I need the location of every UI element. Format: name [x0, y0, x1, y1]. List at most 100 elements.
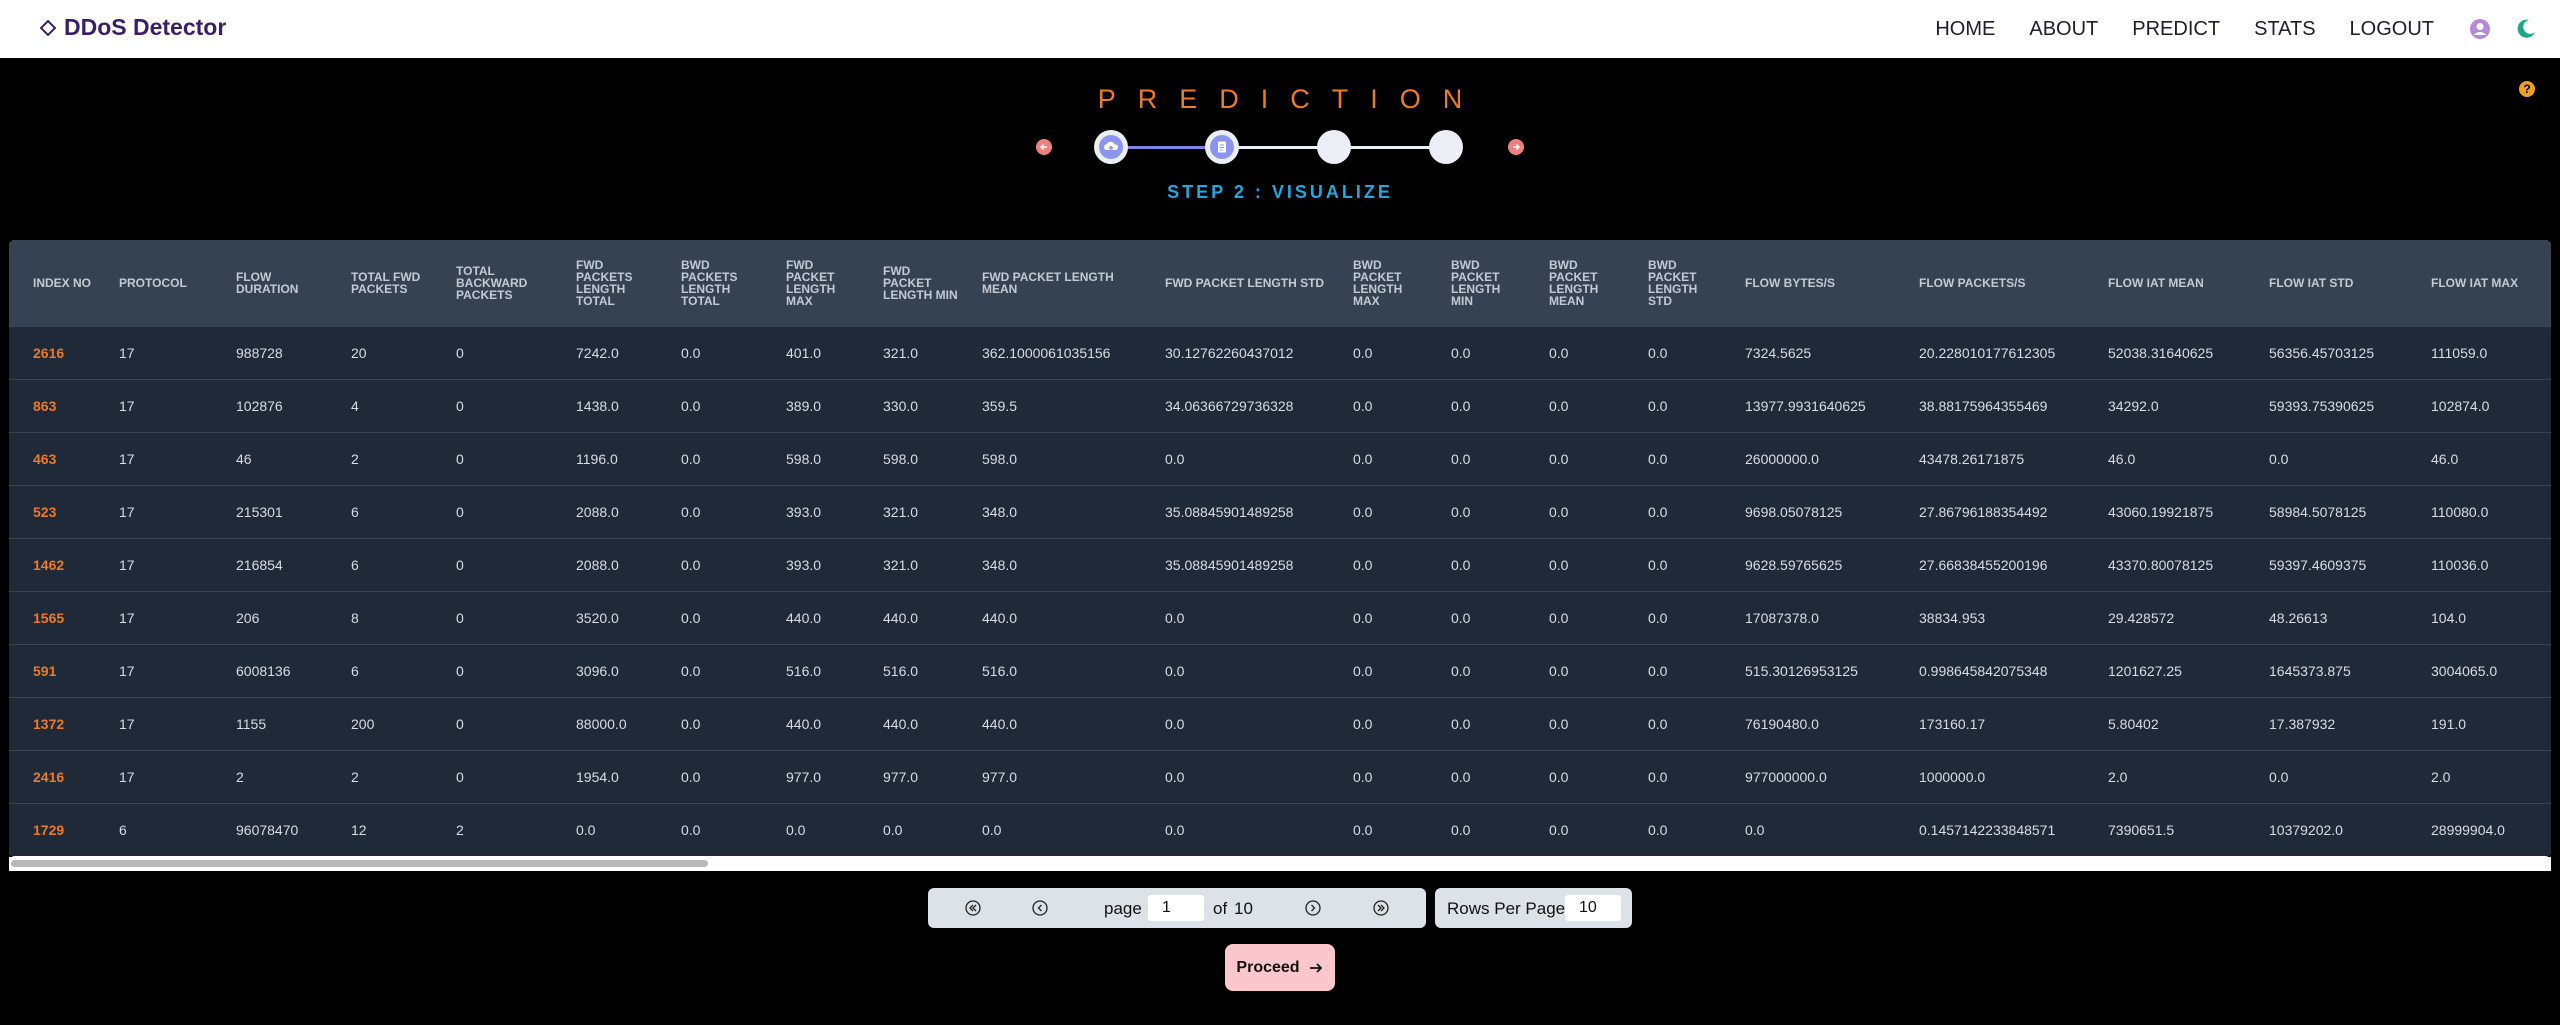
page-label: page: [1104, 899, 1142, 918]
table-cell: 516.0: [786, 662, 822, 679]
table-cell: 34.06366729736328: [1165, 397, 1294, 414]
table-cell: 0.0: [1549, 768, 1569, 785]
index-cell[interactable]: 1565: [9, 591, 95, 644]
table-row[interactable]: 2616 17 988728 20 0 7242.0 0.0 401.0 321.0 362.10…: [9, 326, 2551, 379]
table-row[interactable]: 1372 17 1155 200 0 88000.0 0.0 440.0 440.0 440.0 0…: [9, 697, 2551, 750]
table-cell: 0: [456, 768, 464, 785]
column-header[interactable]: BWD PACKET LENGTH MAX: [1329, 240, 1427, 326]
first-page-button[interactable]: [965, 900, 981, 916]
table-row[interactable]: 2416 17 2 2 0 1954.0 0.0 977.0 977.0 977.0 0.0 0.0 0…: [9, 750, 2551, 803]
column-header[interactable]: FLOW DURATION: [212, 240, 327, 326]
prev-page-button[interactable]: [1032, 900, 1048, 916]
last-page-button[interactable]: [1373, 900, 1389, 916]
brand[interactable]: DDoS Detector: [40, 14, 226, 41]
column-header[interactable]: PROTOCOL: [95, 240, 212, 326]
table-row[interactable]: 1462 17 216854 6 0 2088.0 0.0 393.0 321.0 348.0 35…: [9, 538, 2551, 591]
column-header[interactable]: FLOW IAT MAX: [2407, 240, 2551, 326]
table-cell: 13977.9931640625: [1745, 397, 1866, 414]
table-cell: 43060.19921875: [2108, 503, 2214, 520]
next-page-icon: [1305, 900, 1321, 916]
next-step-button[interactable]: [1508, 139, 1524, 155]
horizontal-scrollbar[interactable]: [9, 857, 2551, 871]
index-cell[interactable]: 2616: [9, 326, 95, 379]
table-row[interactable]: 863 17 102876 4 0 1438.0 0.0 389.0 330.0 359.5 34.…: [9, 379, 2551, 432]
table-cell: 9628.59765625: [1745, 556, 1843, 573]
table-cell: 0.0: [1648, 715, 1668, 732]
nav-stats[interactable]: STATS: [2254, 18, 2315, 41]
step-label: STEP 2 : VISUALIZE: [1167, 182, 1393, 202]
column-header[interactable]: FLOW IAT MEAN: [2084, 240, 2245, 326]
moon-icon[interactable]: [2514, 17, 2538, 41]
table-cell: 102876: [236, 397, 283, 414]
column-header[interactable]: FLOW BYTES/S: [1721, 240, 1895, 326]
nav-about[interactable]: ABOUT: [2029, 18, 2098, 41]
table-cell: 0.0: [681, 821, 701, 838]
column-header[interactable]: FWD PACKETS LENGTH TOTAL: [552, 240, 657, 326]
index-cell[interactable]: 523: [9, 485, 95, 538]
table-cell: 977.0: [883, 768, 919, 785]
navbar: DDoS Detector HOME ABOUT PREDICT STATS L…: [0, 0, 2560, 58]
page-number-input[interactable]: [1148, 895, 1204, 921]
column-header[interactable]: BWD PACKETS LENGTH TOTAL: [657, 240, 762, 326]
table-cell: 206: [236, 609, 260, 626]
index-cell[interactable]: 863: [9, 379, 95, 432]
table-cell: 7390651.5: [2108, 821, 2175, 838]
table-cell: 0.0: [681, 662, 701, 679]
column-header[interactable]: FWD PACKET LENGTH MEAN: [958, 240, 1141, 326]
column-header[interactable]: FWD PACKET LENGTH MAX: [762, 240, 859, 326]
table-cell: 0.0: [1353, 450, 1373, 467]
column-header[interactable]: BWD PACKET LENGTH MEAN: [1525, 240, 1624, 326]
table-row[interactable]: 463 17 46 2 0 1196.0 0.0 598.0 598.0 598.0 0.0 0.0 0…: [9, 432, 2551, 485]
column-header[interactable]: FWD PACKET LENGTH MIN: [859, 240, 958, 326]
table-cell: 0.0: [681, 503, 701, 520]
index-cell[interactable]: 2416: [9, 750, 95, 803]
column-header[interactable]: BWD PACKET LENGTH STD: [1624, 240, 1721, 326]
table-cell: 12: [351, 821, 367, 838]
prev-step-button[interactable]: [1036, 139, 1052, 155]
table-cell: 6: [351, 662, 359, 679]
nav-logout[interactable]: LOGOUT: [2350, 18, 2434, 41]
table-cell: 0.0: [1648, 609, 1668, 626]
table-cell: 0.0: [1549, 503, 1569, 520]
data-table: INDEX NO PROTOCOL FLOW DURATION TOTAL FWD P…: [9, 240, 2551, 856]
index-cell[interactable]: 591: [9, 644, 95, 697]
index-cell[interactable]: 1462: [9, 538, 95, 591]
table-cell: 321.0: [883, 556, 919, 573]
table-cell: 30.12762260437012: [1165, 344, 1294, 361]
table-cell: 1155: [236, 715, 267, 732]
nav-home[interactable]: HOME: [1935, 18, 1995, 41]
index-cell[interactable]: 1372: [9, 697, 95, 750]
table-cell: 0.0: [1165, 662, 1185, 679]
step-visualize[interactable]: [1205, 130, 1239, 164]
index-cell[interactable]: 1729: [9, 803, 95, 856]
table-row[interactable]: 1565 17 206 8 0 3520.0 0.0 440.0 440.0 440.0 0.0 0.…: [9, 591, 2551, 644]
table-cell: 0.0: [1648, 344, 1668, 361]
next-page-button[interactable]: [1305, 900, 1321, 916]
step-4[interactable]: [1429, 130, 1463, 164]
table-cell: 0.0: [786, 821, 806, 838]
rows-per-page-input[interactable]: [1565, 895, 1621, 921]
table-cell: 102874.0: [2431, 397, 2490, 414]
step-upload[interactable]: [1094, 130, 1128, 164]
table-row[interactable]: 591 17 6008136 6 0 3096.0 0.0 516.0 516.0 516.0 0.…: [9, 644, 2551, 697]
column-header[interactable]: TOTAL FWD PACKETS: [327, 240, 432, 326]
table-row[interactable]: 1729 6 96078470 12 2 0.0 0.0 0.0 0.0 0.0 0.0 0.0 0.0…: [9, 803, 2551, 856]
step-3[interactable]: [1317, 130, 1351, 164]
nav-predict[interactable]: PREDICT: [2132, 18, 2220, 41]
column-header[interactable]: TOTAL BACKWARD PACKETS: [432, 240, 552, 326]
proceed-button[interactable]: Proceed: [1225, 944, 1335, 991]
table-cell: 28999904.0: [2431, 821, 2505, 838]
column-header[interactable]: INDEX NO: [9, 240, 95, 326]
scrollbar-thumb[interactable]: [11, 860, 708, 867]
column-header[interactable]: FWD PACKET LENGTH STD: [1141, 240, 1329, 326]
table-cell: 598.0: [786, 450, 822, 467]
column-header[interactable]: BWD PACKET LENGTH MIN: [1427, 240, 1525, 326]
table-row[interactable]: 523 17 215301 6 0 2088.0 0.0 393.0 321.0 348.0 35.…: [9, 485, 2551, 538]
table-cell: 3520.0: [576, 609, 619, 626]
user-avatar-icon[interactable]: [2468, 17, 2492, 41]
column-header[interactable]: FLOW IAT STD: [2245, 240, 2407, 326]
table-cell: 29.428572: [2108, 609, 2175, 626]
index-cell[interactable]: 463: [9, 432, 95, 485]
column-header[interactable]: FLOW PACKETS/S: [1895, 240, 2084, 326]
table-cell: 35.08845901489258: [1165, 556, 1294, 573]
